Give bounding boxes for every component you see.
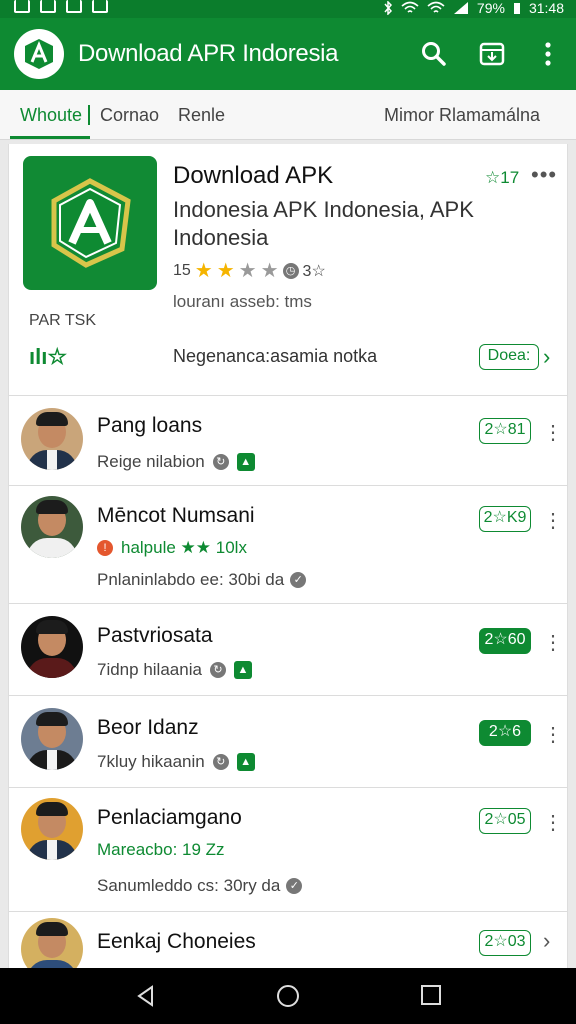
star-icon: ★ xyxy=(260,260,279,282)
featured-app-subtitle: Indonesia APK Indonesia, APK Indonesia xyxy=(173,197,474,250)
list-item-subtitle: 7kluy hikaanin ↻ ▲ xyxy=(97,752,255,772)
download-manager-icon[interactable] xyxy=(478,40,506,68)
tab-renle[interactable]: Renle xyxy=(178,105,225,126)
signal-icon xyxy=(453,2,468,14)
list-item[interactable]: Pang loans Reige nilabion ↻ ▲ 2☆81 ⋮ xyxy=(9,396,567,486)
list-item[interactable]: Beor Idanz 7kluy hikaanin ↻ ▲ 2☆6 ⋮ xyxy=(9,696,567,788)
list-item[interactable]: Pastvriosata 7idnp hilaania ↻ ▲ 2☆60 ⋮ xyxy=(9,604,567,696)
wifi-icon xyxy=(401,1,419,13)
featured-meta: louranı asseb: tms xyxy=(173,292,312,311)
tab-divider xyxy=(88,105,90,125)
notification-icons xyxy=(14,0,108,13)
star-icon: ★ xyxy=(216,260,235,282)
active-tab-indicator xyxy=(10,136,90,139)
avatar xyxy=(21,708,83,770)
chevron-right-icon[interactable]: › xyxy=(543,344,550,370)
avatar xyxy=(21,918,83,968)
recents-icon[interactable] xyxy=(420,984,442,1006)
list-item-title: Eenkaj Choneies xyxy=(97,930,256,953)
apk-logo-icon xyxy=(25,39,53,69)
avatar xyxy=(21,496,83,558)
navigation-bar xyxy=(0,968,576,1024)
list-item[interactable]: Mēncot Numsani ! halpule ★★ 10lx Pnlanin… xyxy=(9,486,567,604)
list-item-extra: Sanumleddo cs: 30ry da ✓ xyxy=(97,876,303,896)
list-item[interactable]: Penlaciamgano Mareacbo: 19 Zz Sanumleddo… xyxy=(9,788,567,912)
battery-text: 79% xyxy=(476,0,505,16)
more-options-icon[interactable]: ••• xyxy=(531,162,557,188)
bluetooth-icon xyxy=(384,1,392,15)
search-icon[interactable] xyxy=(420,40,448,68)
app-logo[interactable] xyxy=(14,29,64,79)
lock-icon: ▲ xyxy=(236,453,255,471)
content-list: Download APK Indonesia APK Indonesia, AP… xyxy=(8,144,568,968)
notification-icon xyxy=(40,0,56,13)
list-item-subtitle: ! halpule ★★ 10lx xyxy=(97,538,247,558)
featured-app-icon xyxy=(23,156,157,290)
list-item-title: Beor Idanz xyxy=(97,716,199,739)
chart-icon: ılı☆ xyxy=(29,344,68,369)
install-button[interactable]: 2☆81 xyxy=(479,418,531,444)
avatar xyxy=(21,616,83,678)
sync-icon: ↻ xyxy=(212,454,229,470)
featured-description: Negenanca:asamia notka xyxy=(173,346,378,366)
notification-icon xyxy=(92,0,108,13)
info-icon: ✓ xyxy=(290,572,307,588)
lock-icon: ▲ xyxy=(236,753,255,771)
battery-icon xyxy=(513,3,520,14)
wifi-icon xyxy=(427,1,445,13)
app-bar: Download APR Indoresia xyxy=(0,18,576,90)
clock-icon: ◷ xyxy=(282,262,299,279)
more-vert-icon[interactable]: ⋮ xyxy=(543,508,563,533)
star-icon: ★ xyxy=(238,260,257,282)
list-item-subtitle: Mareacbo: 19 Zz xyxy=(97,840,225,859)
tab-home[interactable]: Whoute xyxy=(20,105,82,126)
app-title: Download APR Indoresia xyxy=(78,40,339,67)
notification-icon xyxy=(14,0,30,13)
list-item-subtitle: 7idnp hilaania ↻ ▲ xyxy=(97,660,252,680)
install-button[interactable]: 2☆05 xyxy=(479,808,531,834)
chevron-right-icon[interactable]: › xyxy=(543,928,550,954)
list-item[interactable]: Eenkaj Choneies 2☆03 › xyxy=(9,912,567,968)
sync-icon: ↻ xyxy=(212,754,229,770)
list-item-subtitle: Reige nilabion ↻ ▲ xyxy=(97,452,255,472)
back-icon[interactable] xyxy=(134,984,158,1008)
featured-app-title: Download APK xyxy=(173,162,334,189)
install-button[interactable]: 2☆6 xyxy=(479,720,531,746)
home-icon[interactable] xyxy=(276,984,300,1008)
apk-logo-icon xyxy=(51,178,131,268)
more-vert-icon[interactable]: ⋮ xyxy=(543,420,563,445)
rating-count: 15 xyxy=(173,261,191,279)
star-icon: ★ xyxy=(194,260,213,282)
lock-icon: ▲ xyxy=(233,661,252,679)
avatar xyxy=(21,798,83,860)
featured-tag: PAR TSK xyxy=(29,312,96,329)
tab-cornao[interactable]: Cornao xyxy=(100,105,159,126)
avatar xyxy=(21,408,83,470)
list-item-title: Pastvriosata xyxy=(97,624,213,647)
install-button[interactable]: 2☆K9 xyxy=(479,506,531,532)
list-item-title: Pang loans xyxy=(97,414,203,437)
list-item-title: Penlaciamgano xyxy=(97,806,242,829)
download-button[interactable]: Doea: xyxy=(479,344,539,370)
more-vert-icon[interactable]: ⋮ xyxy=(543,810,563,835)
featured-rating: 15 ★ ★ ★ ★ ◷ 3☆ xyxy=(173,258,326,283)
featured-app-card[interactable]: Download APK Indonesia APK Indonesia, AP… xyxy=(9,144,567,396)
install-button[interactable]: 2☆03 xyxy=(479,930,531,956)
more-options-icon[interactable] xyxy=(534,40,562,68)
list-item-extra: Pnlaninlabdo ee: 30bi da ✓ xyxy=(97,570,307,590)
favorite-count[interactable]: ☆17 xyxy=(485,168,519,188)
status-bar: 79% 31:48 xyxy=(0,0,576,18)
info-icon: ✓ xyxy=(286,878,303,894)
more-vert-icon[interactable]: ⋮ xyxy=(543,630,563,655)
list-item-title: Mēncot Numsani xyxy=(97,504,255,527)
sync-icon: ↻ xyxy=(209,662,226,678)
notification-icon xyxy=(66,0,82,13)
rating-suffix: 3☆ xyxy=(302,262,326,280)
install-button[interactable]: 2☆60 xyxy=(479,628,531,654)
tab-bar: Whoute Cornao Renle Mimor Rlamamálna xyxy=(0,90,576,140)
badge-icon: ! xyxy=(97,540,113,556)
more-vert-icon[interactable]: ⋮ xyxy=(543,722,563,747)
status-time: 31:48 xyxy=(528,0,564,16)
tab-mimor[interactable]: Mimor Rlamamálna xyxy=(384,105,540,126)
